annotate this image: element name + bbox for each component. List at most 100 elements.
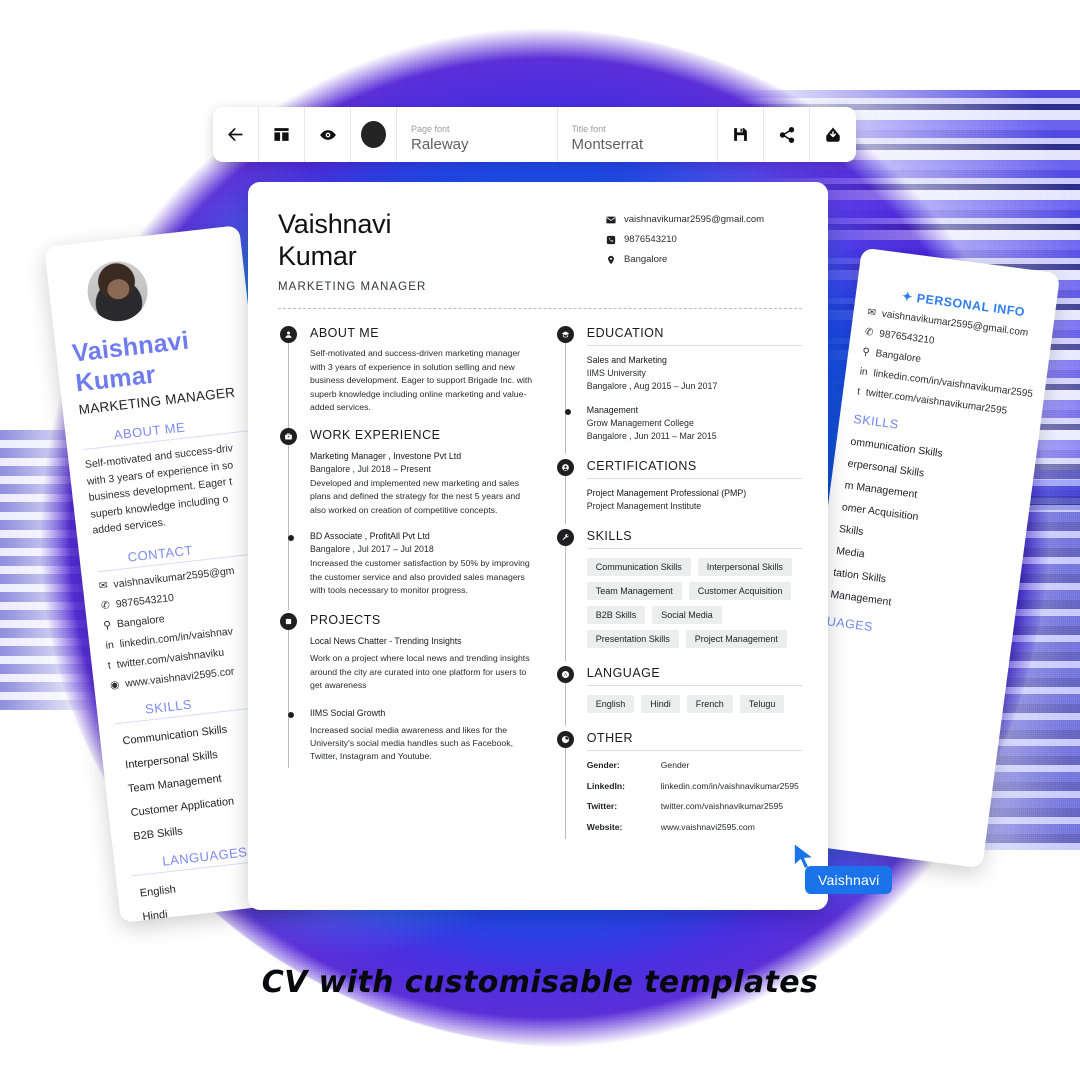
section-title: EDUCATION	[586, 326, 802, 346]
education-entry[interactable]: Management Grow Management College Banga…	[564, 405, 802, 441]
other-row[interactable]: Gender: Gender	[587, 759, 802, 772]
template-layout-button[interactable]	[259, 107, 305, 162]
header-divider	[278, 308, 802, 309]
certificate-badge-icon	[556, 459, 574, 476]
mail-icon	[606, 215, 616, 225]
editor-toolbar: Page font Raleway Title font Montserrat	[213, 107, 856, 162]
resume-editor-canvas[interactable]: Vaishnavi Kumar MARKETING MANAGER vaishn…	[248, 182, 828, 910]
entry-issuer: Project Management Institute	[586, 501, 702, 511]
work-entry[interactable]: BD Associate , ProfitAll Pvt Ltd Bangalo…	[288, 531, 535, 597]
language-letter-icon: A	[556, 666, 574, 683]
header-phone[interactable]: 9876543210	[606, 234, 764, 245]
skill-pill[interactable]: Social Media	[652, 606, 722, 624]
resume-header: Vaishnavi Kumar MARKETING MANAGER vaishn…	[278, 208, 802, 293]
save-floppy-icon	[732, 126, 749, 143]
language-pill[interactable]: Telugu	[739, 695, 785, 713]
linkedin-icon: in	[104, 638, 115, 652]
card-left-about-text: Self-motivated and success-driv with 3 y…	[84, 442, 234, 537]
language-pill-list: English Hindi French Telugu	[586, 695, 802, 713]
share-button[interactable]	[764, 107, 810, 162]
download-icon	[824, 126, 842, 144]
value: Bangalore	[874, 348, 922, 366]
phone-icon	[606, 235, 616, 245]
skill-pill[interactable]: Communication Skills	[586, 558, 691, 576]
timeline-rail	[564, 332, 566, 454]
row-value: linkedin.com/in/vaishnavikumar2595	[660, 780, 799, 791]
mail-icon: ✉	[866, 306, 877, 319]
eye-icon	[319, 126, 337, 144]
avatar	[84, 258, 151, 325]
section-other: OTHER Gender: Gender LinkedIn: linkedin.co…	[555, 731, 802, 839]
page-font-selector[interactable]: Page font Raleway	[397, 107, 558, 162]
entry-desc: Increased the customer satisfaction by 5…	[310, 558, 530, 595]
globe-icon: ◉	[109, 678, 120, 692]
language-pill[interactable]: English	[586, 695, 635, 713]
language-pill[interactable]: Hindi	[641, 695, 680, 713]
entry-meta: Bangalore , Jun 2011 – Mar 2015	[586, 431, 717, 441]
entry-heading: BD Associate , ProfitAll Pvt Ltd	[310, 531, 430, 542]
entry-desc: Work on a project where local news and t…	[310, 653, 530, 691]
timeline-rail	[564, 535, 566, 661]
skill-pill[interactable]: Customer Acquisition	[688, 582, 792, 600]
work-entry[interactable]: Marketing Manager , Investone Pvt Ltd Ba…	[310, 451, 535, 517]
language-pill[interactable]: French	[686, 695, 733, 713]
other-row[interactable]: LinkedIn: linkedin.com/in/vaishnavikumar2…	[587, 780, 802, 793]
pin-icon: ⚲	[861, 346, 871, 359]
title-font-label: Title font	[571, 123, 606, 134]
linkedin-icon: in	[859, 366, 869, 379]
value: 9876543210	[115, 591, 175, 610]
page-font-value: Raleway	[411, 135, 469, 153]
section-work-experience: WORK EXPERIENCE Marketing Manager , Inve…	[278, 427, 535, 611]
skill-pill[interactable]: Interpersonal Skills	[697, 558, 792, 576]
row-value: Gender	[660, 760, 690, 770]
certification-entry[interactable]: Project Management Professional (PMP) Pr…	[587, 488, 802, 511]
resume-role[interactable]: MARKETING MANAGER	[278, 281, 802, 293]
project-entry[interactable]: Local News Chatter - Trending Insights W…	[310, 636, 535, 692]
row-key: LinkedIn:	[586, 780, 625, 791]
header-location[interactable]: Bangalore	[606, 254, 764, 265]
entry-meta: Bangalore , Aug 2015 – Jun 2017	[586, 381, 718, 391]
other-row[interactable]: Website: www.vaishnavi2595.com	[587, 821, 802, 834]
entry-desc: Developed and implemented new marketing …	[310, 477, 521, 515]
color-swatch-button[interactable]	[351, 107, 397, 162]
skill-pill[interactable]: Project Management	[685, 630, 787, 648]
section-education: EDUCATION Sales and Marketing IIMS Unive…	[555, 326, 802, 454]
person-icon	[280, 326, 297, 343]
row-value: www.vaishnavi2595.com	[660, 821, 755, 832]
title-font-selector[interactable]: Title font Montserrat	[558, 107, 718, 162]
preview-button[interactable]	[305, 107, 351, 162]
download-button[interactable]	[810, 107, 856, 162]
row-value: twitter.com/vaishnavikumar2595	[660, 801, 784, 811]
section-title: PROJECTS	[310, 613, 381, 628]
timeline-rail	[288, 619, 289, 768]
phone-icon: ✆	[864, 326, 875, 339]
row-key: Twitter:	[586, 801, 618, 811]
skill-pill[interactable]: Team Management	[586, 582, 682, 600]
value: Bangalore	[624, 254, 668, 265]
resume-column-left: ABOUT ME Self-motivated and success-driv…	[278, 313, 547, 833]
entry-degree: Management	[586, 405, 639, 415]
entry-heading: Local News Chatter - Trending Insights	[310, 636, 462, 647]
value: 9876543210	[878, 328, 936, 347]
header-email[interactable]: vaishnavikumar2595@gmail.com	[606, 214, 764, 225]
save-button[interactable]	[718, 107, 764, 162]
skill-pill[interactable]: Presentation Skills	[586, 630, 679, 648]
other-row[interactable]: Twitter: twitter.com/vaishnavikumar2595	[587, 800, 802, 813]
collaborator-name-badge: Vaishnavi	[805, 866, 893, 894]
timeline-rail	[564, 737, 566, 839]
share-icon	[778, 126, 796, 144]
value: Bangalore	[116, 612, 166, 630]
skill-pill[interactable]: B2B Skills	[586, 606, 646, 624]
entry-heading: Marketing Manager , Investone Pvt Ltd	[310, 450, 462, 461]
color-circle-icon	[361, 121, 386, 148]
timeline-rail	[288, 433, 289, 611]
back-button[interactable]	[213, 107, 259, 162]
row-key: Gender:	[586, 760, 620, 770]
location-pin-icon	[606, 255, 616, 265]
education-entry[interactable]: Sales and Marketing IIMS University Bang…	[587, 355, 802, 391]
back-arrow-icon	[226, 125, 245, 144]
section-title: CERTIFICATIONS	[586, 459, 802, 479]
about-text[interactable]: Self-motivated and success-driven market…	[310, 347, 535, 415]
entry-school: Grow Management College	[586, 418, 694, 428]
project-entry[interactable]: IIMS Social Growth Increased social medi…	[288, 708, 535, 764]
